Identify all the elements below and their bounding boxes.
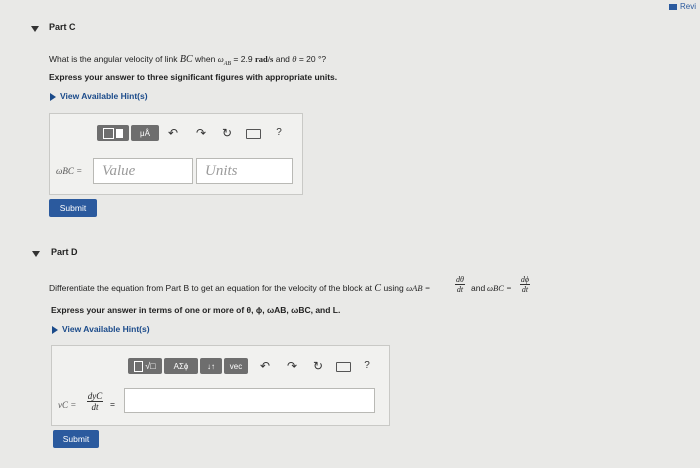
reset-icon[interactable]: ↻ <box>311 359 325 373</box>
part-d-question: Differentiate the equation from Part B t… <box>49 283 431 294</box>
review-icon <box>669 4 677 10</box>
and-text: and <box>471 283 486 293</box>
help-icon[interactable]: ? <box>360 359 374 373</box>
keyboard-icon[interactable] <box>246 129 261 139</box>
units-mu-button[interactable]: μÅ <box>131 125 159 141</box>
fraction-icon <box>116 128 123 138</box>
hint-arrow-icon <box>50 93 56 101</box>
part-d-instruction: Express your answer in terms of one or m… <box>51 305 341 315</box>
dphi-dt-fraction: dϕ dt <box>520 275 530 294</box>
part-c-hint-link[interactable]: View Available Hint(s) <box>60 91 148 101</box>
part-c-instruction: Express your answer to three significant… <box>49 72 338 82</box>
part-c-submit-button[interactable]: Submit <box>49 199 97 217</box>
dyc-dt-fraction: dyC dt <box>87 391 103 412</box>
undo-icon[interactable]: ↶ <box>166 126 180 140</box>
part-c-question: What is the angular velocity of link BC … <box>49 54 327 67</box>
greek-symbols-button[interactable]: ΑΣϕ <box>164 358 198 374</box>
part-c-title: Part C <box>49 22 76 32</box>
dtheta-dt-fraction: dθ dt <box>455 275 465 294</box>
redo-icon[interactable]: ↷ <box>285 359 299 373</box>
templates-icon <box>134 360 144 372</box>
vec-button[interactable]: vec <box>224 358 248 374</box>
reset-icon[interactable]: ↻ <box>220 126 234 140</box>
collapse-part-c-icon[interactable] <box>31 26 39 32</box>
velocity-answer-input[interactable] <box>124 388 375 413</box>
omega-bc-label: ωBC = <box>56 166 83 176</box>
review-link[interactable]: Revi <box>680 2 696 11</box>
templates-button[interactable] <box>97 125 129 141</box>
templates-icon <box>103 127 114 139</box>
keyboard-icon[interactable] <box>336 362 351 372</box>
part-d-submit-button[interactable]: Submit <box>53 430 99 448</box>
sqrt-icon: √□ <box>145 361 156 371</box>
hint-arrow-icon <box>52 326 58 334</box>
part-d-hint-link[interactable]: View Available Hint(s) <box>62 324 150 334</box>
equals-sign: = <box>110 399 115 409</box>
collapse-part-d-icon[interactable] <box>32 251 40 257</box>
vc-label: vC = <box>58 400 77 410</box>
sort-button[interactable]: ↓↑ <box>200 358 222 374</box>
omega-bc-eq: ωBC = <box>487 283 512 293</box>
undo-icon[interactable]: ↶ <box>258 359 272 373</box>
templates-sqrt-button[interactable]: √□ <box>128 358 162 374</box>
redo-icon[interactable]: ↷ <box>194 126 208 140</box>
help-icon[interactable]: ? <box>272 126 286 140</box>
part-d-title: Part D <box>51 247 78 257</box>
value-input[interactable]: Value <box>93 158 193 184</box>
units-input[interactable]: Units <box>196 158 293 184</box>
